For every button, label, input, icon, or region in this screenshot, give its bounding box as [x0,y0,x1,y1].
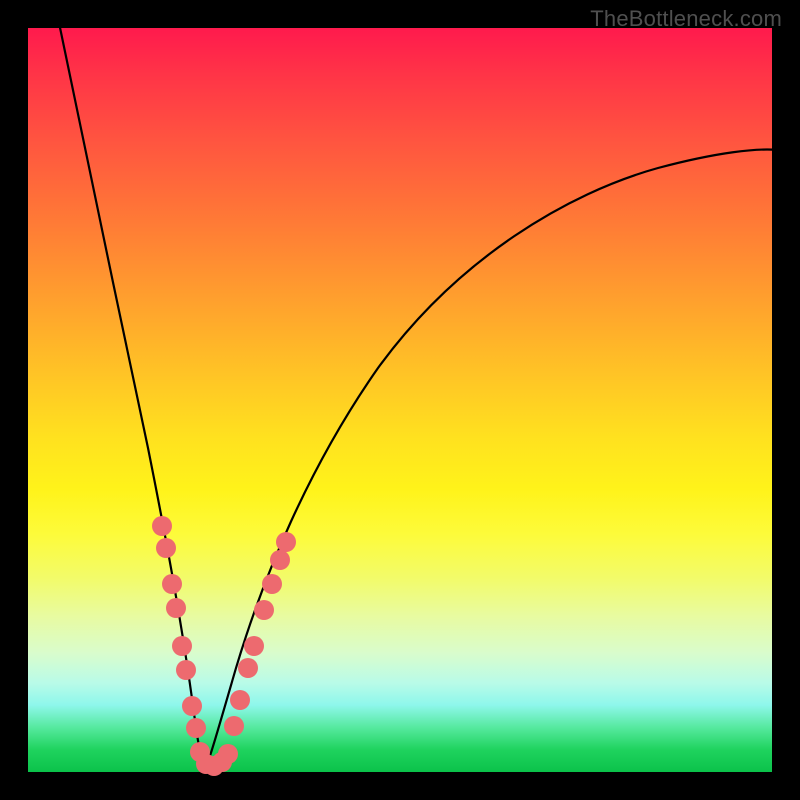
plot-area [28,28,772,772]
bead-left [156,538,176,558]
bead-left [162,574,182,594]
bead-right [238,658,258,678]
bead-right [224,716,244,736]
bead-right [276,532,296,552]
curve-right-arm [205,150,778,770]
bead-right [244,636,264,656]
watermark-text: TheBottleneck.com [590,6,782,32]
curve-layer [28,28,772,772]
outer-frame: TheBottleneck.com [0,0,800,800]
bead-left [166,598,186,618]
bead-right [270,550,290,570]
bead-left [172,636,192,656]
bead-left [176,660,196,680]
curve-left-arm [58,18,205,770]
bead-right [230,690,250,710]
bead-left [186,718,206,738]
bead-floor [218,744,238,764]
bead-left [152,516,172,536]
bead-right [254,600,274,620]
bead-right [262,574,282,594]
bead-left [182,696,202,716]
